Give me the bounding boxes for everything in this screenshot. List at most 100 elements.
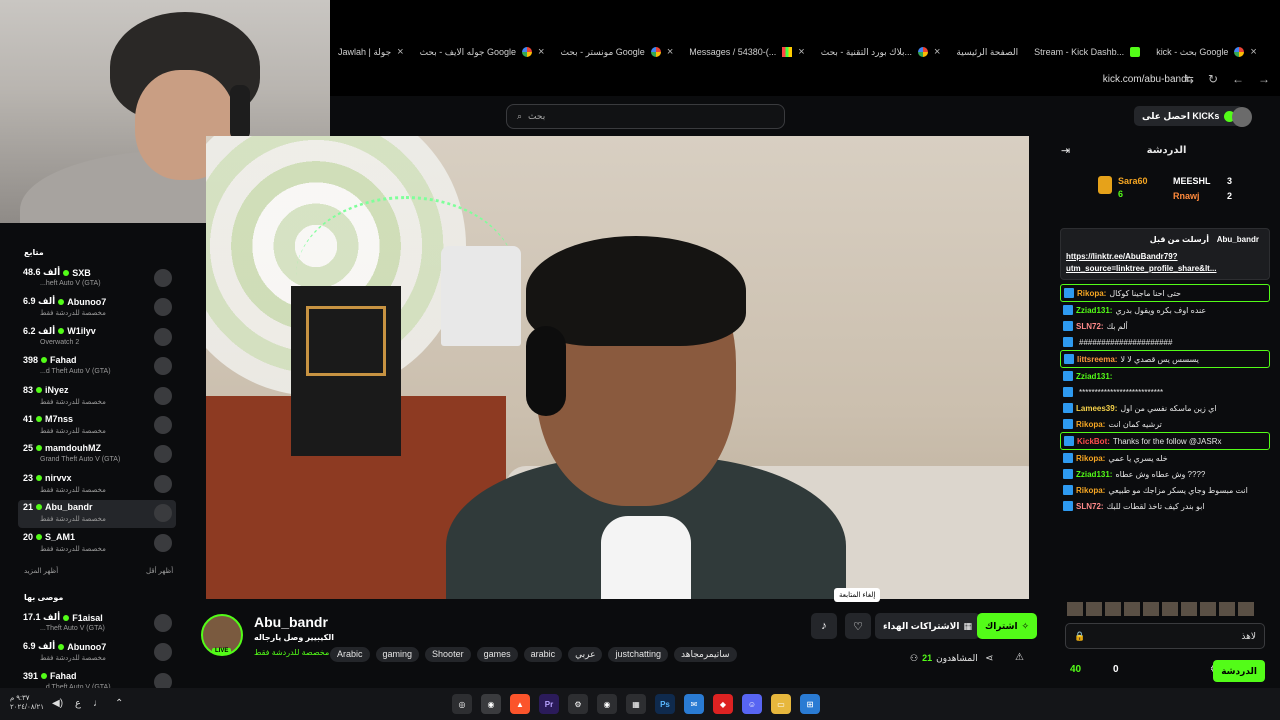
sidebar-item[interactable]: 21 Abu_bandr مخصصة للدردشة فقط <box>18 500 176 529</box>
reload-icon[interactable]: ↻ <box>1208 72 1218 86</box>
user-avatar[interactable] <box>1232 107 1252 127</box>
sidebar-item[interactable]: 41 M7nss مخصصة للدردشة فقط <box>18 412 176 440</box>
emote[interactable] <box>1124 602 1140 616</box>
lang-icon[interactable]: ع <box>75 698 81 709</box>
emote[interactable] <box>1086 602 1102 616</box>
video-player[interactable] <box>206 136 1029 599</box>
tag[interactable]: Shooter <box>425 647 471 662</box>
settings-icon[interactable]: ⚙ <box>568 694 588 714</box>
chat-username[interactable]: Lamees39: <box>1076 404 1117 413</box>
sidebar-item[interactable]: 83 iNyez مخصصة للدردشة فقط <box>18 383 176 411</box>
browser-tab[interactable]: بلاك بورد التقنية - بحث... × <box>813 40 949 64</box>
emote[interactable] <box>1181 602 1197 616</box>
sidebar-item[interactable]: 25 mamdouhMZ Grand Theft Auto V (GTA) <box>18 441 176 469</box>
chat-username[interactable]: Rikopa: <box>1076 486 1105 495</box>
chat-send-button[interactable]: الدردشة <box>1213 660 1265 682</box>
chat-username[interactable]: littsreema: <box>1077 355 1117 364</box>
emote[interactable] <box>1219 602 1235 616</box>
browser-tab[interactable]: kick - بحث Google × <box>1148 40 1265 64</box>
channel-name[interactable]: Abu_bandr <box>254 614 328 630</box>
tag[interactable]: gaming <box>375 647 420 662</box>
emote[interactable] <box>1067 602 1083 616</box>
close-icon[interactable]: × <box>798 46 804 58</box>
tag[interactable]: ساتيمرمجاهد <box>673 647 737 662</box>
url-field[interactable]: kick.com/abu-bandr <box>1103 74 1190 85</box>
chat-username[interactable]: Rikopa: <box>1076 420 1105 429</box>
collapse-chat-icon[interactable]: ⇥ <box>1061 144 1070 157</box>
chat-username[interactable]: Rikopa: <box>1076 454 1105 463</box>
calculator-icon[interactable]: ▦ <box>626 694 646 714</box>
pinned-link[interactable]: https://linktr.ee/AbuBandr79?utm_source=… <box>1066 251 1246 275</box>
cast-icon[interactable]: ⇆ <box>1184 72 1194 86</box>
chat-username[interactable]: Zziad131: <box>1076 470 1112 479</box>
close-icon[interactable]: × <box>934 46 940 58</box>
back-icon[interactable]: → <box>1258 72 1270 86</box>
browser-tab[interactable]: مونستر - بحث Google × <box>552 40 681 64</box>
tag[interactable]: games <box>476 647 518 662</box>
sidebar-item[interactable]: 48.6 ألف SXB ...heft Auto V (GTA) <box>18 265 176 293</box>
emote[interactable] <box>1200 602 1216 616</box>
chat-input[interactable]: 🔒 لاهذ <box>1065 623 1265 649</box>
sidebar-item[interactable]: 20 S_AM1 مخصصة للدردشة فقط <box>18 530 176 558</box>
show-less-link[interactable]: أظهر أقل <box>146 567 173 575</box>
browser-tab[interactable]: Stream - Kick Dashb... <box>1026 40 1148 64</box>
gift-subs-button[interactable]: الاشتراكات الهداء ▦ <box>875 613 980 639</box>
chevron-up-icon[interactable]: ⌃ <box>115 698 123 709</box>
sidebar-item[interactable]: 17.1 ألف F1aisal ...Theft Auto V (GTA) <box>18 610 176 638</box>
unfollow-button[interactable]: ♡ <box>845 613 871 639</box>
sidebar-item[interactable]: 6.2 ألف W1ilyv Overwatch 2 <box>18 324 176 352</box>
close-icon[interactable]: × <box>397 46 403 58</box>
chrome-icon[interactable]: ◉ <box>481 694 501 714</box>
discord-icon[interactable]: ☺ <box>742 694 762 714</box>
subscribe-button[interactable]: اشتراك ✧ <box>977 613 1038 639</box>
browser-tab[interactable]: الصفحة الرئيسية <box>948 40 1026 64</box>
emote[interactable] <box>1162 602 1178 616</box>
mic-icon[interactable]: ♩ <box>93 698 103 709</box>
sidebar-item[interactable]: 6.9 ألف Abunoo7 مخصصة للدردشة فقط <box>18 294 176 322</box>
search-input[interactable]: ⌕ بحث <box>506 104 785 129</box>
notification-button[interactable]: ♪ <box>811 613 837 639</box>
show-more-link[interactable]: أظهر المزيد <box>24 567 58 575</box>
emote[interactable] <box>1143 602 1159 616</box>
folder-icon[interactable]: ▭ <box>771 694 791 714</box>
photoshop-icon[interactable]: Ps <box>655 694 675 714</box>
volume-icon[interactable]: ◀) <box>52 698 63 709</box>
report-icon[interactable]: ⚠ <box>1015 652 1024 663</box>
browser-tab[interactable]: Jawlah | جولة × <box>330 40 412 64</box>
get-kicks-button[interactable]: احصل على KICKs <box>1134 106 1244 126</box>
share-icon[interactable]: ⋖ <box>985 653 993 664</box>
stream-category[interactable]: مخصصة للدردشة فقط <box>254 648 329 657</box>
chrome-icon-2[interactable]: ◉ <box>597 694 617 714</box>
browser-tab[interactable]: Messages / 54380-(... × <box>681 40 812 64</box>
close-icon[interactable]: × <box>667 46 673 58</box>
sidebar-item[interactable]: 398 Fahad ...d Theft Auto V (GTA) <box>18 353 176 381</box>
app-red-icon[interactable]: ◆ <box>713 694 733 714</box>
sidebar-item[interactable]: 23 nirvvx مخصصة للدردشة فقط <box>18 471 176 499</box>
tag[interactable]: arabic <box>523 647 563 662</box>
premiere-icon[interactable]: Pr <box>539 694 559 714</box>
forward-icon[interactable]: ← <box>1232 72 1244 86</box>
tag[interactable]: عربي <box>568 647 603 662</box>
clock[interactable]: ٩:٣٧ م ٢٠٢٤/٠٨/٢١ <box>10 694 44 712</box>
close-icon[interactable]: × <box>538 46 544 58</box>
chat-username[interactable]: SLN72: <box>1076 502 1104 511</box>
emote[interactable] <box>1238 602 1254 616</box>
windows-icon[interactable]: ⊞ <box>800 694 820 714</box>
obs-icon[interactable]: ◎ <box>452 694 472 714</box>
chat-username[interactable]: Rikopa: <box>1077 289 1106 298</box>
chat-username[interactable]: Zziad131: <box>1076 306 1112 315</box>
chat-username[interactable]: SLN72: <box>1076 322 1104 331</box>
brave-icon[interactable]: ▲ <box>510 694 530 714</box>
tag[interactable]: Arabic <box>330 647 370 662</box>
emote[interactable] <box>1105 602 1121 616</box>
close-icon[interactable]: × <box>1250 46 1256 58</box>
bell-icon: ♪ <box>821 620 827 632</box>
browser-tab[interactable]: جوله الايف - بحث Google × <box>412 40 553 64</box>
points-count[interactable]: 40 <box>1070 664 1081 675</box>
chat-username[interactable]: KickBot: <box>1077 437 1110 446</box>
sidebar-item[interactable]: 6.9 ألف Abunoo7 مخصصة للدردشة فقط <box>18 639 176 667</box>
outlook-icon[interactable]: ✉ <box>684 694 704 714</box>
chat-username[interactable]: Zziad131: <box>1076 372 1112 381</box>
kicks-balance[interactable]: 0 <box>1113 664 1119 675</box>
tag[interactable]: justchatting <box>608 647 668 662</box>
